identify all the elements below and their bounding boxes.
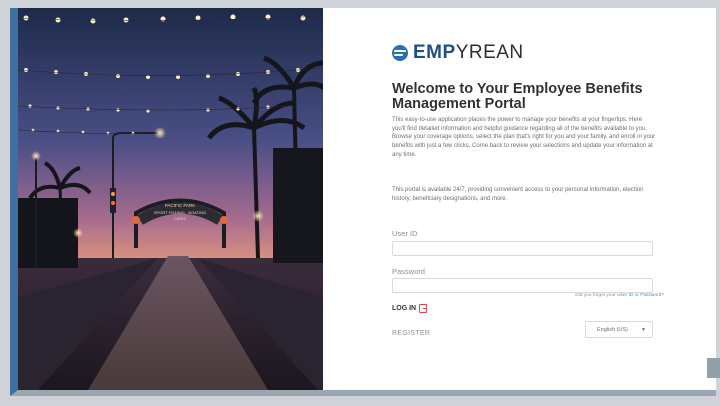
app-window: PACIFIC PARK SPORT FISHING · BOATING CAF… (10, 8, 716, 396)
arch-sign-line1: PACIFIC PARK (165, 203, 196, 208)
language-selected-value: English (US) (597, 326, 628, 333)
hero-photo: PACIFIC PARK SPORT FISHING · BOATING CAF… (18, 8, 323, 390)
login-panel: EMPYREAN Welcome to Your Employee Benefi… (323, 8, 716, 390)
intro-paragraph: This easy-to-use application places the … (392, 117, 656, 158)
user-id-label: User ID (392, 229, 418, 238)
logo-text-rest: YREAN (455, 42, 524, 63)
login-label: LOG IN (392, 305, 417, 312)
forgot-prefix: Did you forget your (575, 293, 618, 298)
empyrean-logo-icon (392, 45, 408, 61)
brand-logo: EMPYREAN (392, 42, 524, 64)
forgot-credentials: Did you forget your User ID or Password? (575, 293, 664, 298)
page-title: Welcome to Your Employee Benefits Manage… (392, 81, 643, 112)
forgot-credentials-link[interactable]: User ID or Password? (617, 293, 664, 298)
arch-sign-line2: SPORT FISHING · BOATING (154, 210, 206, 215)
register-link[interactable]: REGISTER (392, 330, 430, 337)
availability-paragraph: This portal is available 24/7, providing… (392, 187, 644, 202)
side-feedback-tab[interactable] (707, 358, 720, 378)
logo-text-bold: EMP (413, 42, 456, 63)
arch-sign-line3: CAFES (174, 217, 186, 221)
chevron-down-icon: ▼ (641, 327, 646, 333)
login-button[interactable]: LOG IN (392, 304, 428, 313)
user-id-input[interactable] (392, 241, 653, 256)
language-select[interactable]: English (US) ▼ (585, 321, 653, 338)
password-input[interactable] (392, 278, 653, 293)
login-arrow-icon (419, 304, 428, 313)
password-label: Password (392, 267, 425, 276)
